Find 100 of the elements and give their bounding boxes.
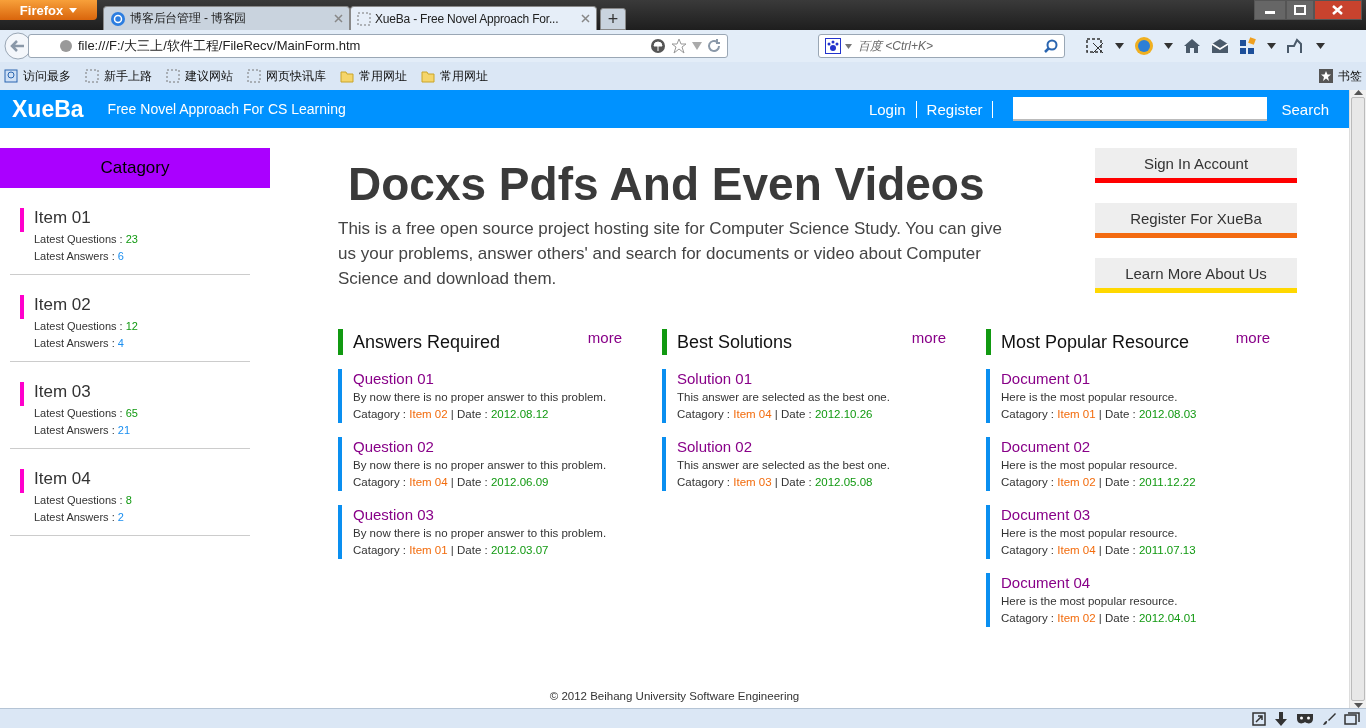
more-link[interactable]: more <box>1235 329 1270 346</box>
page-icon <box>85 69 99 83</box>
entry-title[interactable]: Document 03 <box>1001 505 1310 525</box>
search-icon[interactable] <box>1044 39 1058 53</box>
section-marker <box>338 329 343 355</box>
bookmark-item[interactable]: 常用网址 <box>340 67 407 85</box>
page-icon <box>247 69 261 83</box>
category-item[interactable]: Item 02 <box>34 295 138 315</box>
screenshot-icon[interactable] <box>1085 37 1105 55</box>
entry-title[interactable]: Question 03 <box>353 505 662 525</box>
page-icon <box>166 69 180 83</box>
category-header: Catagory <box>0 148 270 188</box>
questions-count: Latest Questions : 23 <box>34 232 138 247</box>
bookmark-item[interactable]: 建议网站 <box>166 67 233 85</box>
more-link[interactable]: more <box>911 329 946 346</box>
minimize-icon[interactable] <box>1254 0 1286 20</box>
answers-count: Latest Answers : 6 <box>34 249 125 264</box>
maximize-icon[interactable] <box>1286 0 1314 20</box>
item-marker <box>20 469 24 493</box>
entry-description: Here is the most popular resource. <box>1001 594 1179 609</box>
window-icon[interactable] <box>1344 711 1360 726</box>
close-icon[interactable] <box>1314 0 1362 20</box>
entry-title[interactable]: Document 01 <box>1001 369 1310 389</box>
caret-icon[interactable] <box>1115 43 1124 49</box>
section-marker <box>986 329 991 355</box>
browser-tab[interactable]: XueBa - Free Novel Approach For... <box>350 6 597 30</box>
bookmark-item[interactable]: 新手上路 <box>85 67 152 85</box>
site-search-field[interactable] <box>1013 97 1268 121</box>
search-field[interactable]: 百度 <Ctrl+K> <box>856 38 1040 54</box>
entry-meta: Catagory : Item 04 | Date : 2012.06.09 <box>353 475 550 490</box>
badge-icon[interactable] <box>1134 36 1154 56</box>
action-button[interactable]: Sign In Account <box>1095 148 1297 183</box>
entry-meta: Catagory : Item 03 | Date : 2012.05.08 <box>677 475 874 490</box>
questions-count: Latest Questions : 8 <box>34 493 132 508</box>
home-icon[interactable] <box>1183 38 1201 54</box>
star-icon[interactable] <box>671 38 687 54</box>
download-icon[interactable] <box>1274 711 1288 726</box>
section-title: Best Solutions <box>677 331 793 353</box>
star-icon <box>1319 69 1333 83</box>
blog-logo-icon <box>110 10 126 27</box>
intro-text: This is a free open source project hosting site for Computer Science Study. You can give us your problems, answer others' and search for documents or video about Computer Science and download them. <box>338 218 1003 290</box>
section-title: Answers Required <box>353 331 501 353</box>
entry-title[interactable]: Document 02 <box>1001 437 1310 457</box>
brush-icon[interactable] <box>1322 711 1336 726</box>
folder-icon <box>421 69 435 83</box>
item-marker <box>20 295 24 319</box>
action-button[interactable]: Register For XueBa <box>1095 203 1297 238</box>
entry-meta: Catagory : Item 01 | Date : 2012.08.03 <box>1001 407 1198 422</box>
mask-icon[interactable] <box>1296 712 1314 725</box>
entry-description: Here is the most popular resource. <box>1001 458 1179 473</box>
entry-description: By now there is no proper answer to this problem. <box>353 390 608 405</box>
entry-meta: Catagory : Item 02 | Date : 2011.12.22 <box>1001 475 1197 490</box>
category-item[interactable]: Item 04 <box>34 469 132 489</box>
entry-description: By now there is no proper answer to this problem. <box>353 526 608 541</box>
search-bar[interactable]: 百度 <Ctrl+K> <box>818 34 1065 58</box>
browser-tab[interactable]: 博客后台管理 - 博客园 <box>103 6 350 30</box>
item-marker <box>20 382 24 406</box>
page-icon <box>357 11 371 26</box>
bookmark-item[interactable]: 网页快讯库 <box>247 67 326 85</box>
answers-count: Latest Answers : 21 <box>34 423 132 438</box>
address-bar[interactable]: file:///F:/大三上/软件工程/FileRecv/MainForm.htm <box>28 34 728 58</box>
scrollbar[interactable] <box>1349 90 1366 708</box>
bookmark-item[interactable]: 常用网址 <box>421 67 488 85</box>
resize-icon[interactable] <box>1252 711 1266 726</box>
reload-icon[interactable] <box>707 39 721 53</box>
item-marker <box>20 208 24 232</box>
questions-count: Latest Questions : 12 <box>34 319 138 334</box>
new-tab-button[interactable]: + <box>600 8 626 30</box>
entry-title[interactable]: Document 04 <box>1001 573 1310 593</box>
category-item[interactable]: Item 01 <box>34 208 138 228</box>
entry-title[interactable]: Solution 01 <box>677 369 986 389</box>
folder-icon <box>340 69 354 83</box>
entry-meta: Catagory : Item 01 | Date : 2012.03.07 <box>353 543 550 558</box>
entry-title[interactable]: Solution 02 <box>677 437 986 457</box>
bookmarks-menu[interactable]: 书签 <box>1319 67 1362 85</box>
entry-meta: Catagory : Item 02 | Date : 2012.08.12 <box>353 407 550 422</box>
action-button[interactable]: Learn More About Us <box>1095 258 1297 293</box>
answers-count: Latest Answers : 2 <box>34 510 125 525</box>
entry-meta: Catagory : Item 02 | Date : 2012.04.01 <box>1001 611 1198 626</box>
section-title: Most Popular Resource <box>1001 331 1190 353</box>
section-marker <box>662 329 667 355</box>
caret-icon <box>69 7 78 13</box>
apps-icon[interactable] <box>1239 37 1257 55</box>
site-tagline: Free Novel Approach For CS Learning <box>107 101 346 117</box>
entry-title[interactable]: Question 01 <box>353 369 662 389</box>
entry-title[interactable]: Question 02 <box>353 437 662 457</box>
category-item[interactable]: Item 03 <box>34 382 138 402</box>
entry-description: This answer are selected as the best one. <box>677 458 891 473</box>
mail-icon[interactable] <box>1211 38 1229 54</box>
entry-description: By now there is no proper answer to this problem. <box>353 458 608 473</box>
bookmark-item[interactable]: 访问最多 <box>4 67 71 85</box>
caret-icon[interactable] <box>1164 43 1173 49</box>
entry-meta: Catagory : Item 04 | Date : 2012.10.26 <box>677 407 874 422</box>
footer-text: © 2012 Beihang University Software Engineering <box>548 690 801 704</box>
hero-title: Docxs Pdfs And Even Videos <box>348 157 986 212</box>
caret-icon[interactable] <box>1316 43 1325 49</box>
caret-icon[interactable] <box>1267 43 1276 49</box>
more-link[interactable]: more <box>587 329 622 346</box>
entry-description: Here is the most popular resource. <box>1001 390 1179 405</box>
entry-meta: Catagory : Item 04 | Date : 2011.07.13 <box>1001 543 1197 558</box>
